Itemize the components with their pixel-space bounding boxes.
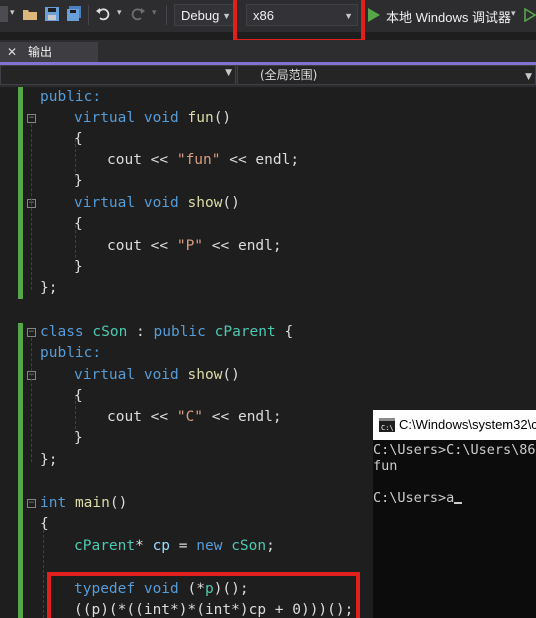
save-icon[interactable] [44, 6, 60, 22]
main-toolbar: ▾ ▾ ▾ Debug ▼ x86 ▼ 本地 Windows 调试器 ▾ [0, 0, 536, 43]
code-highlight-box [47, 572, 360, 618]
code-line: public: [40, 89, 102, 105]
svg-text:C:\: C:\ [381, 424, 394, 432]
chevron-down-icon: ▼ [225, 68, 232, 78]
code-line: virtual void show() [74, 367, 240, 383]
undo-icon[interactable] [95, 6, 111, 22]
start-without-debug-icon[interactable] [524, 8, 536, 22]
member-scope-dropdown[interactable]: ▼ [0, 65, 236, 85]
code-line: { [74, 388, 83, 404]
code-line: cParent* cp = new cSon; [74, 538, 275, 554]
console-window[interactable]: C:\ C:\Windows\system32\c C:\Users>C:\Us… [373, 410, 536, 618]
fold-toggle-icon[interactable]: − [27, 328, 36, 337]
tab-output[interactable]: ✕ 输出 [0, 42, 98, 62]
code-line: class cSon : public cParent { [40, 324, 294, 340]
global-scope-dropdown[interactable]: (全局范围) ▼ [237, 65, 536, 85]
code-line: }; [40, 452, 58, 468]
chevron-down-icon: ▼ [525, 72, 532, 82]
code-line: virtual void show() [74, 195, 240, 211]
debugger-dropdown-icon[interactable]: ▾ [511, 9, 516, 19]
code-line: cout << "P" << endl; [107, 238, 282, 254]
code-line: }; [40, 280, 58, 296]
chevron-down-icon: ▼ [222, 11, 231, 21]
redo-dropdown-icon[interactable]: ▾ [152, 8, 157, 18]
fold-toggle-icon[interactable]: − [27, 499, 36, 508]
tool-window-tabs: ✕ 输出 [0, 40, 536, 62]
code-line: } [74, 430, 83, 446]
code-line: cout << "fun" << endl; [107, 152, 300, 168]
text-cursor [454, 502, 463, 504]
console-line: C:\Users>C:\Users\86 [373, 442, 536, 458]
toolbar-separator [88, 5, 89, 25]
undo-dropdown-icon[interactable]: ▾ [117, 8, 122, 18]
fold-toggle-icon[interactable]: − [27, 114, 36, 123]
solution-config-value: Debug [181, 8, 220, 23]
console-title-bar[interactable]: C:\ C:\Windows\system32\c [373, 410, 536, 440]
solution-config-select[interactable]: Debug ▼ [174, 4, 236, 26]
indent-guide [31, 338, 32, 462]
code-line: { [74, 216, 83, 232]
console-line: C:\Users>a [373, 490, 463, 507]
toolbar-partial-icon[interactable] [0, 6, 8, 22]
open-folder-icon[interactable] [22, 6, 38, 22]
change-indicator-bar [18, 323, 23, 618]
code-line: public: [40, 345, 102, 361]
tab-output-label: 输出 [28, 45, 53, 59]
navigation-bar: ▼ (全局范围) ▼ [0, 65, 536, 87]
code-line: } [74, 173, 83, 189]
indent-guide [43, 525, 44, 618]
console-line: fun [373, 458, 398, 474]
save-all-icon[interactable] [66, 6, 82, 22]
indent-guide [31, 124, 32, 290]
code-line: cout << "C" << endl; [107, 409, 282, 425]
code-line: { [40, 516, 49, 532]
start-debug-icon[interactable] [368, 8, 380, 22]
console-title: C:\Windows\system32\c [399, 417, 536, 432]
change-indicator-bar [18, 87, 23, 299]
redo-icon[interactable] [130, 6, 146, 22]
global-scope-value: (全局范围) [260, 68, 318, 82]
code-line: int main() [40, 495, 128, 511]
code-line: { [74, 131, 83, 147]
chevron-down-icon[interactable]: ▾ [10, 8, 15, 18]
console-app-icon: C:\ [379, 418, 395, 432]
code-line: } [74, 259, 83, 275]
code-line: virtual void fun() [74, 110, 232, 126]
start-debugger-button[interactable]: 本地 Windows 调试器 [386, 7, 511, 26]
platform-highlight-box [233, 0, 365, 43]
toolbar-separator [166, 5, 167, 25]
close-icon[interactable]: ✕ [7, 42, 17, 62]
console-prompt: C:\Users>a [373, 490, 455, 506]
